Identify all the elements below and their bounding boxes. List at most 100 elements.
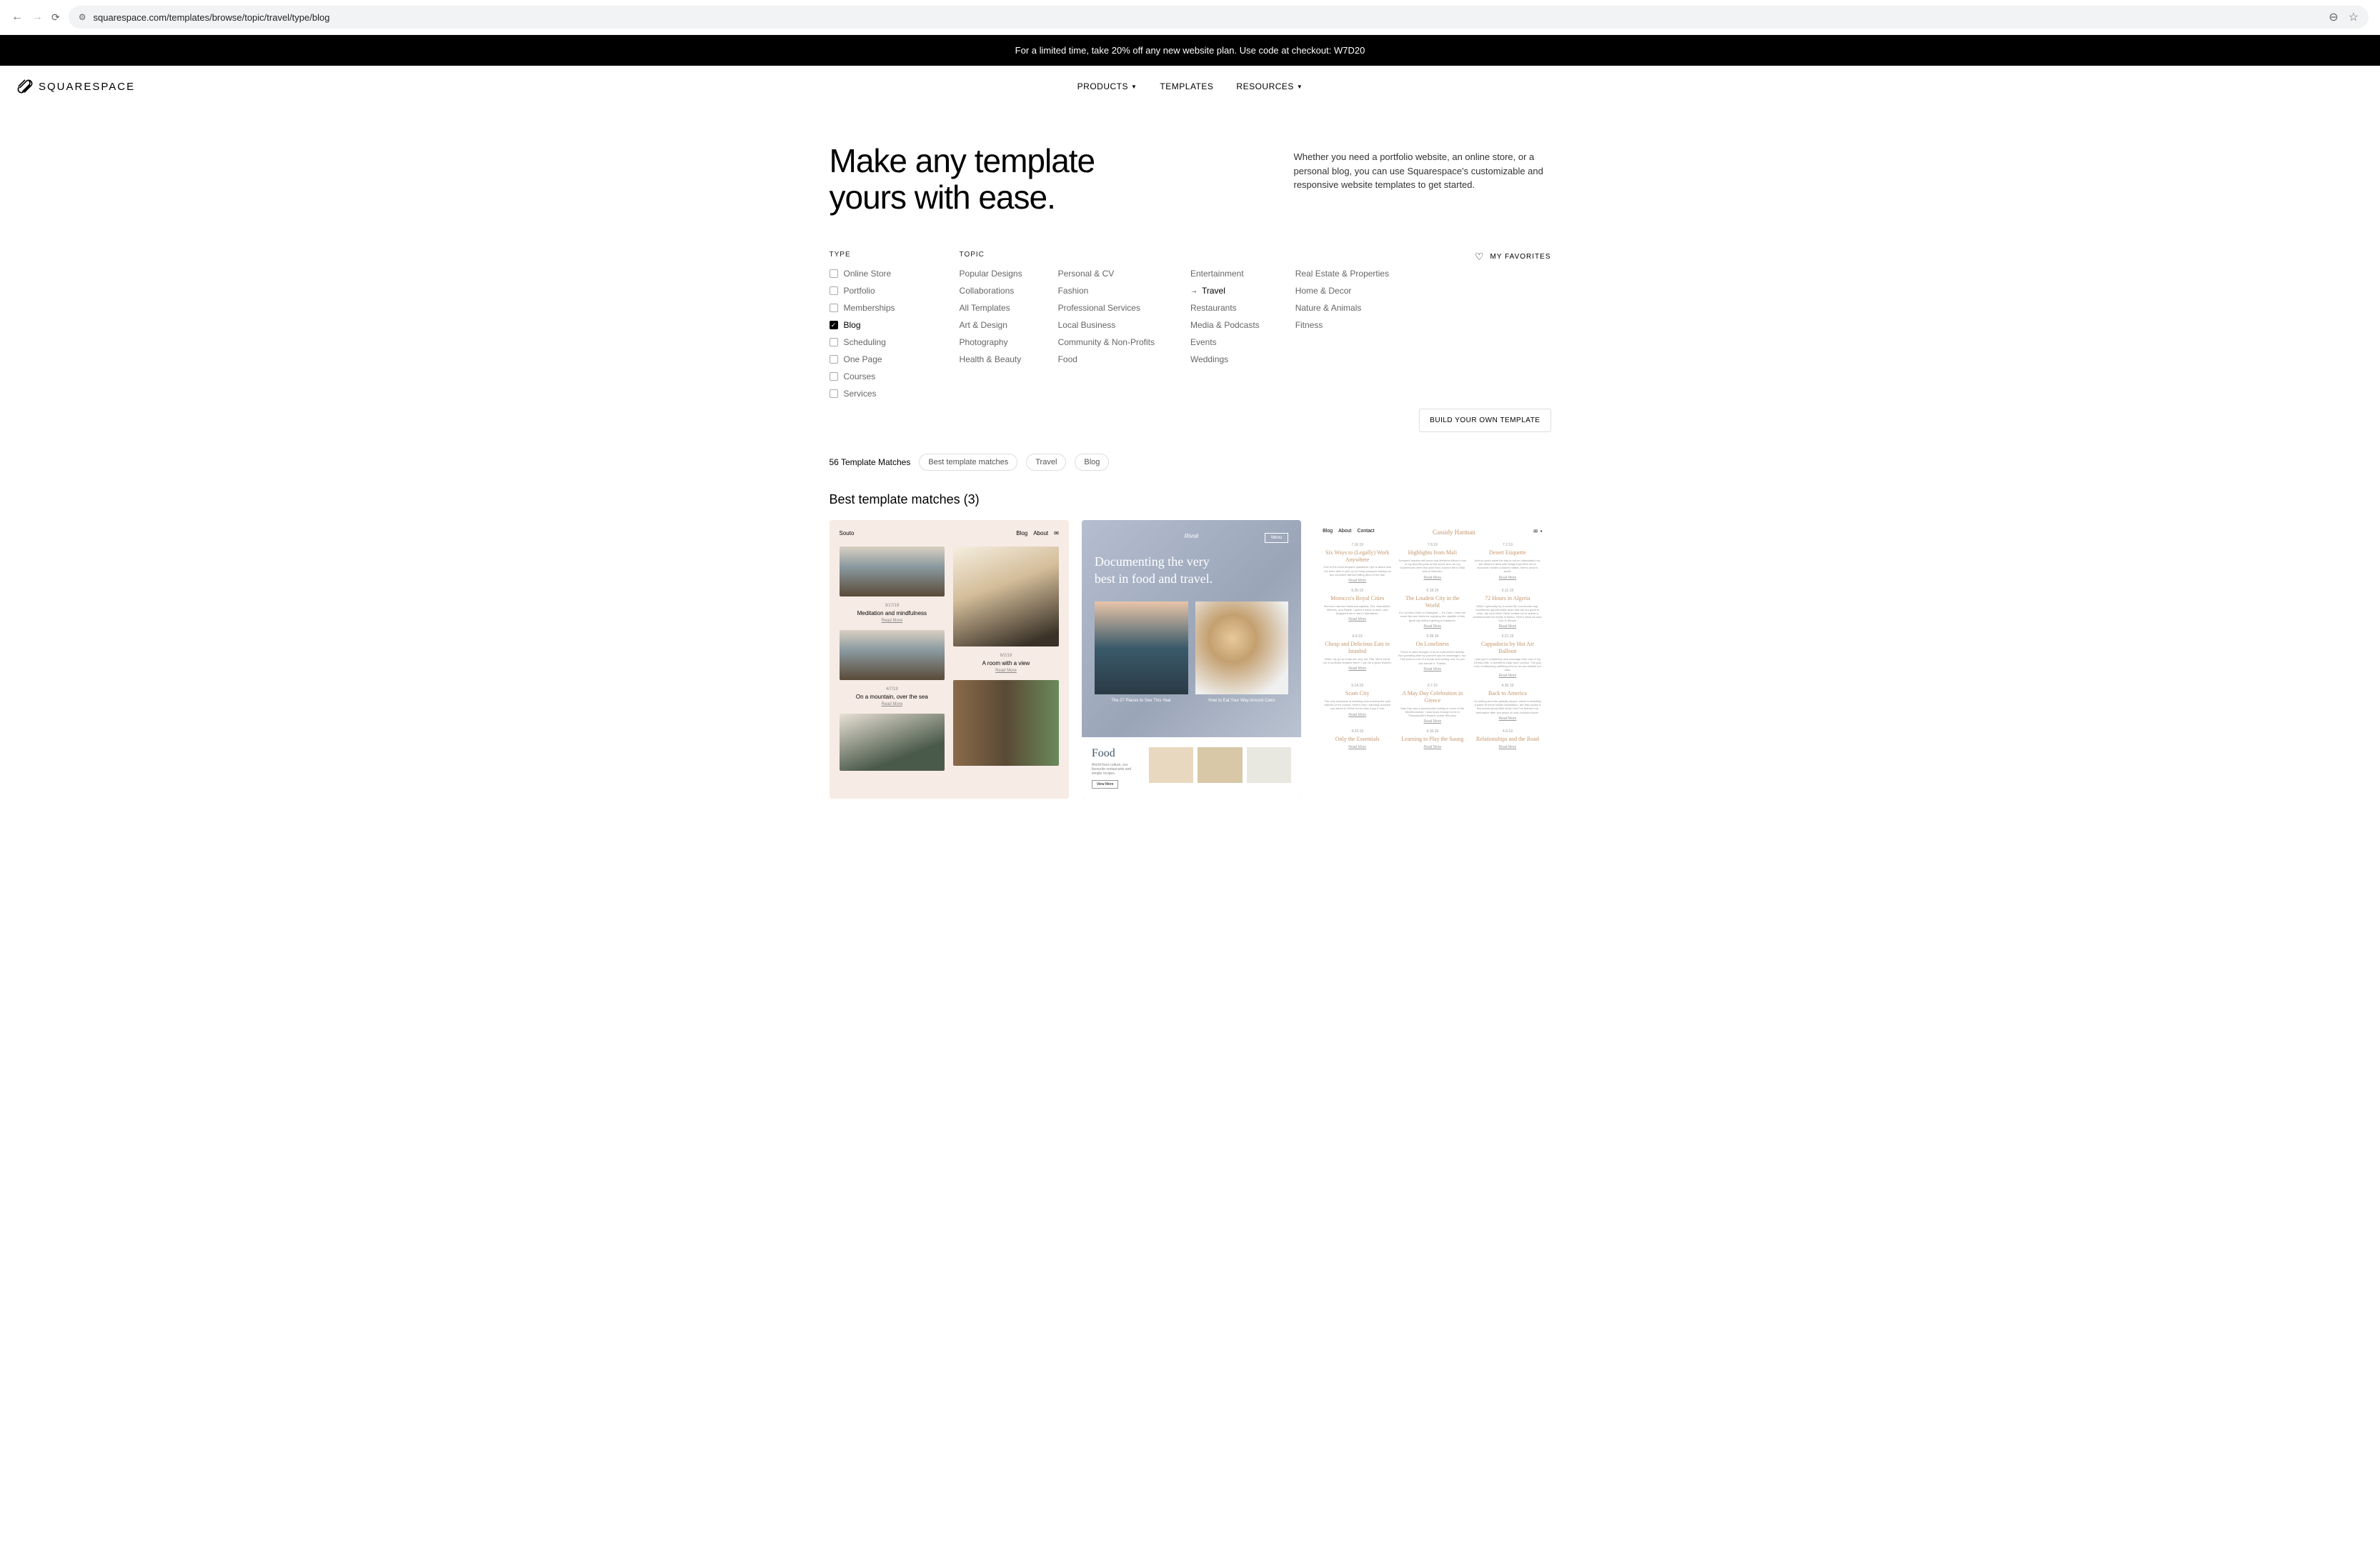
- topic-option-travel[interactable]: →Travel: [1190, 286, 1260, 296]
- page-description: Whether you need a portfolio website, an…: [1294, 143, 1551, 215]
- topic-option-personal-cv[interactable]: Personal & CV: [1058, 269, 1155, 279]
- my-favorites-link[interactable]: ♡ MY FAVORITES: [1475, 251, 1551, 263]
- page-title: Make any template yours with ease.: [830, 143, 1095, 215]
- topic-option-local-business[interactable]: Local Business: [1058, 320, 1155, 330]
- blog-post: 4.30.19Back to AmericaI'm writing from t…: [1473, 684, 1542, 724]
- topic-option-professional-services[interactable]: Professional Services: [1058, 303, 1155, 313]
- checkbox: [830, 355, 838, 364]
- build-your-own-button[interactable]: BUILD YOUR OWN TEMPLATE: [1419, 409, 1550, 432]
- nav-templates[interactable]: TEMPLATES: [1160, 81, 1213, 91]
- type-label: TYPE: [830, 251, 895, 259]
- topic-option-restaurants[interactable]: Restaurants: [1190, 303, 1260, 313]
- blog-post: 5.21.19Cappadocia by Hot Air BalloonI ju…: [1473, 634, 1542, 678]
- topic-option-entertainment[interactable]: Entertainment: [1190, 269, 1260, 279]
- template-image: [840, 546, 945, 596]
- chip-best-matches[interactable]: Best template matches: [919, 454, 1017, 471]
- template-image: [1149, 747, 1193, 783]
- squarespace-logo-icon: [17, 79, 33, 94]
- back-button[interactable]: ←: [11, 11, 23, 24]
- topic-option-real-estate-properties[interactable]: Real Estate & Properties: [1295, 269, 1389, 279]
- blog-post: 4.23.19Only the EssentialsRead More: [1323, 729, 1392, 749]
- checkbox: [830, 372, 838, 381]
- template-card-souto[interactable]: Souto Blog About ✉ 3/17/19 Meditation an…: [830, 520, 1069, 799]
- browser-toolbar: ← → ⟳ ⚙ squarespace.com/templates/browse…: [0, 0, 2380, 35]
- topic-option-home-decor[interactable]: Home & Decor: [1295, 286, 1389, 296]
- blog-post: 7.9.19Highlights from MaliFrequent reade…: [1398, 543, 1467, 583]
- logo[interactable]: SQUARESPACE: [17, 79, 135, 94]
- url-text: squarespace.com/templates/browse/topic/t…: [94, 12, 2322, 23]
- best-matches-title: Best template matches (3): [830, 492, 1551, 507]
- type-option-one-page[interactable]: One Page: [830, 354, 895, 364]
- topic-option-community-non-profits[interactable]: Community & Non-Profits: [1058, 337, 1155, 347]
- type-option-courses[interactable]: Courses: [830, 371, 895, 381]
- topic-filter: TOPIC Popular Designs Collaborations All T…: [960, 251, 1390, 399]
- topic-label: TOPIC: [960, 251, 1390, 259]
- checkbox: [830, 338, 838, 346]
- blog-post: 6.11.1972 Hours in AlgeriaWhile I genera…: [1473, 589, 1542, 629]
- type-option-scheduling[interactable]: Scheduling: [830, 337, 895, 347]
- chip-blog[interactable]: Blog: [1075, 454, 1109, 471]
- main-nav: PRODUCTS▼ TEMPLATES RESOURCES▼: [1077, 81, 1303, 91]
- blog-post: 5.7.19A May Day Celebration in GreeceMay…: [1398, 684, 1467, 724]
- topic-option-events[interactable]: Events: [1190, 337, 1260, 347]
- reload-button[interactable]: ⟳: [51, 11, 60, 24]
- blog-post: 7.2.19Desert EtiquetteAnd so when while …: [1473, 543, 1542, 583]
- topic-option-health-beauty[interactable]: Health & Beauty: [960, 354, 1022, 364]
- template-image: [953, 546, 1059, 646]
- template-name: Rivoli: [1095, 533, 1288, 539]
- filters-row: TYPE Online Store Portfolio Memberships ✓Bl…: [830, 251, 1551, 399]
- checkbox: [830, 304, 838, 312]
- type-option-portfolio[interactable]: Portfolio: [830, 286, 895, 296]
- topic-option-nature-animals[interactable]: Nature & Animals: [1295, 303, 1389, 313]
- bookmark-icon[interactable]: ☆: [2349, 10, 2359, 24]
- type-option-services[interactable]: Services: [830, 389, 895, 399]
- chevron-down-icon: ▼: [1131, 84, 1137, 90]
- topic-option-food[interactable]: Food: [1058, 354, 1155, 364]
- build-button-row: BUILD YOUR OWN TEMPLATE: [830, 409, 1551, 432]
- topic-option-popular-designs[interactable]: Popular Designs: [960, 269, 1022, 279]
- blog-post: 5.14.19Scam CityThe only downside of tra…: [1323, 684, 1392, 724]
- topic-option-weddings[interactable]: Weddings: [1190, 354, 1260, 364]
- template-image: [1247, 747, 1291, 783]
- template-header: Souto Blog About ✉: [840, 530, 1059, 536]
- forward-button[interactable]: →: [31, 11, 43, 24]
- heart-icon: ♡: [1475, 251, 1485, 263]
- template-image: [840, 714, 945, 771]
- topic-option-collaborations[interactable]: Collaborations: [960, 286, 1022, 296]
- template-grid: Souto Blog About ✉ 3/17/19 Meditation an…: [830, 520, 1551, 799]
- topic-option-fitness[interactable]: Fitness: [1295, 320, 1389, 330]
- announcement-bar: For a limited time, take 20% off any new…: [0, 35, 2380, 66]
- topic-option-media-podcasts[interactable]: Media & Podcasts: [1190, 320, 1260, 330]
- arrow-right-icon: →: [1190, 287, 1198, 295]
- type-option-memberships[interactable]: Memberships: [830, 303, 895, 313]
- template-image: [1195, 601, 1289, 694]
- chevron-down-icon: ▼: [1297, 84, 1303, 90]
- blog-post: 6.4.19Cheap and Delicious Eats in Istanb…: [1323, 634, 1392, 678]
- filters: TYPE Online Store Portfolio Memberships ✓Bl…: [830, 251, 1390, 399]
- type-option-online-store[interactable]: Online Store: [830, 269, 895, 279]
- match-count: 56 Template Matches: [830, 457, 911, 467]
- zoom-icon[interactable]: ⊖: [2329, 10, 2338, 24]
- url-actions: ⊖ ☆: [2329, 10, 2359, 24]
- site-settings-icon[interactable]: ⚙: [79, 12, 86, 22]
- template-image: [1198, 747, 1242, 783]
- topic-option-art-design[interactable]: Art & Design: [960, 320, 1022, 330]
- template-image: [840, 630, 945, 680]
- template-name: Souto: [840, 530, 855, 536]
- type-filter: TYPE Online Store Portfolio Memberships ✓Bl…: [830, 251, 895, 399]
- template-card-rivoli[interactable]: Rivoli Menu Documenting the very best in…: [1082, 520, 1301, 799]
- topic-option-fashion[interactable]: Fashion: [1058, 286, 1155, 296]
- nav-resources[interactable]: RESOURCES▼: [1236, 81, 1303, 91]
- checkbox: [830, 269, 838, 278]
- topic-option-all-templates[interactable]: All Templates: [960, 303, 1022, 313]
- nav-products[interactable]: PRODUCTS▼: [1077, 81, 1137, 91]
- topic-option-photography[interactable]: Photography: [960, 337, 1022, 347]
- template-card-cassidy[interactable]: Blog About Contact Cassidy Harman ✉ • 7.…: [1314, 520, 1550, 799]
- url-bar[interactable]: ⚙ squarespace.com/templates/browse/topic…: [69, 6, 2369, 29]
- match-row: 56 Template Matches Best template matche…: [830, 454, 1551, 471]
- hero: Make any template yours with ease. Wheth…: [830, 143, 1551, 215]
- blog-post: 6.25.19Morocco's Royal CitiesMorocco has…: [1323, 589, 1392, 629]
- type-option-blog[interactable]: ✓Blog: [830, 320, 895, 330]
- chip-travel[interactable]: Travel: [1026, 454, 1066, 471]
- blog-post: 6.18.19The Loudest City in the WorldIt's…: [1398, 589, 1467, 629]
